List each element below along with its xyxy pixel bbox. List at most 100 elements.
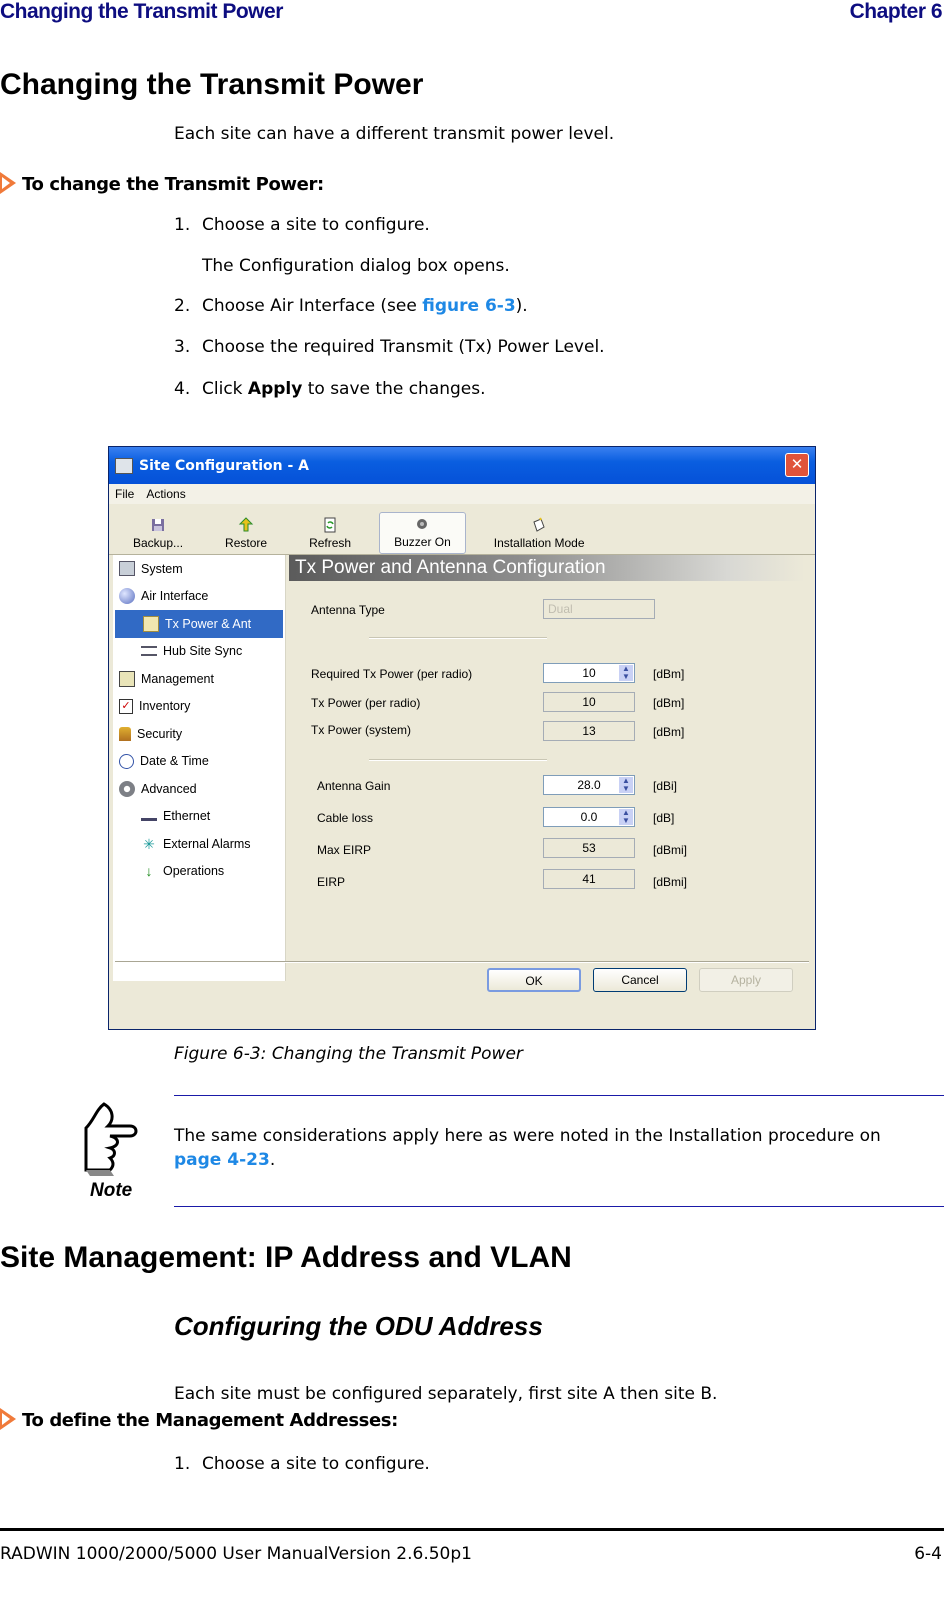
field-unit: [dB] [653, 811, 675, 825]
gear-icon [119, 780, 135, 797]
nav-item-hub-site-sync[interactable]: Hub Site Sync [113, 638, 285, 666]
tx-power-per-radio-value: 10 [543, 692, 635, 712]
spinner-arrows-icon[interactable]: ▲ ▼ [619, 665, 633, 681]
field-unit: [dBmi] [653, 843, 688, 857]
required-tx-power-input[interactable]: 10 ▲ ▼ [543, 663, 635, 683]
close-button[interactable]: ✕ [785, 453, 809, 477]
step-2: 2. Choose Air Interface (see figure 6-3). [174, 296, 528, 316]
section-heading: Changing the Transmit Power [0, 68, 424, 101]
procedure-heading: To define the Management Addresses: [0, 1408, 398, 1431]
field-label: Max EIRP [317, 843, 372, 857]
management-icon [119, 670, 135, 687]
operations-icon: ↓ [145, 863, 153, 880]
section-heading: Site Management: IP Address and VLAN [0, 1241, 572, 1274]
menu-actions[interactable]: Actions [146, 487, 185, 501]
navigation-tree: System Air Interface Tx Power & Ant Hub … [113, 555, 286, 981]
field-unit: [dBm] [653, 696, 685, 710]
running-header-chapter: Chapter 6 [849, 0, 943, 23]
buzzer-icon [417, 519, 428, 529]
separator [369, 759, 547, 761]
menu-bar: File Actions [109, 484, 815, 504]
footer-title: RADWIN 1000/2000/5000 User ManualVersion… [0, 1544, 472, 1564]
field-label: Tx Power (per radio) [311, 696, 421, 710]
backup-button[interactable]: Backup... [119, 512, 197, 554]
menu-file[interactable]: File [115, 487, 134, 501]
clock-icon [119, 753, 134, 769]
note-bottom-rule [174, 1206, 944, 1207]
field-unit: [dBm] [653, 725, 685, 739]
save-icon [152, 519, 165, 531]
field-label: EIRP [317, 875, 346, 889]
panel-title: Tx Power and Antenna Configuration [289, 555, 805, 581]
note-top-rule [174, 1095, 944, 1096]
field-label: Required Tx Power (per radio) [311, 667, 473, 681]
separator [115, 961, 809, 963]
ok-button[interactable]: OK [487, 968, 581, 992]
title-bar: Site Configuration - A [109, 447, 815, 484]
ethernet-icon [141, 812, 157, 821]
window-title: Site Configuration - A [139, 457, 309, 474]
field-unit: [dBmi] [653, 875, 688, 889]
field-label: Cable loss [317, 811, 374, 825]
site-configuration-window: Site Configuration - A ✕ File Actions Ba… [108, 446, 816, 1030]
subsection-heading: Configuring the ODU Address [174, 1311, 543, 1341]
nav-item-management[interactable]: Management [113, 665, 285, 693]
nav-item-date-time[interactable]: Date & Time [113, 748, 285, 776]
figure-caption: Figure 6-3: Changing the Transmit Power [174, 1044, 523, 1064]
tx-power-icon [143, 615, 159, 632]
spinner-arrows-icon[interactable]: ▲ ▼ [619, 809, 633, 825]
figure-link[interactable]: figure 6-3 [422, 296, 515, 316]
restore-button[interactable]: Restore [211, 512, 281, 554]
nav-item-operations[interactable]: ↓ Operations [113, 858, 285, 886]
installation-mode-button[interactable]: Installation Mode [480, 512, 599, 554]
tx-power-panel: Tx Power and Antenna Configuration Anten… [289, 555, 805, 889]
section2-intro: Each site must be configured separately,… [174, 1384, 718, 1404]
separator [369, 637, 547, 639]
nav-item-air-interface[interactable]: Air Interface [113, 583, 285, 611]
toolbar: Backup... Restore Refresh Buzzer On Inst… [109, 504, 815, 555]
antenna-type-select[interactable]: Dual [543, 599, 655, 619]
installation-icon [533, 517, 545, 532]
page-link[interactable]: page 4-23 [174, 1150, 270, 1170]
procedure-arrow-icon [0, 1408, 16, 1430]
cancel-button[interactable]: Cancel [593, 968, 687, 992]
page-number: 6-4 [914, 1544, 942, 1564]
step-1: 1. Choose a site to configure. [174, 1454, 430, 1474]
system-icon [119, 561, 135, 577]
nav-item-advanced[interactable]: Advanced [113, 775, 285, 803]
hub-sync-icon [141, 646, 157, 657]
field-label: Tx Power (system) [311, 723, 412, 737]
intro-text: Each site can have a different transmit … [174, 124, 615, 144]
apply-button[interactable]: Apply [699, 968, 793, 992]
pointing-hand-icon [84, 1102, 138, 1176]
step-1-result: The Configuration dialog box opens. [202, 256, 510, 276]
step-3: 3. Choose the required Transmit (Tx) Powe… [174, 337, 605, 357]
nav-item-inventory[interactable]: ✓ Inventory [113, 693, 285, 721]
nav-item-external-alarms[interactable]: ✳ External Alarms [113, 830, 285, 858]
spinner-arrows-icon[interactable]: ▲ ▼ [619, 777, 633, 793]
app-icon [115, 457, 133, 474]
field-unit: [dBi] [653, 779, 678, 793]
step-1: 1. Choose a site to configure. [174, 215, 430, 235]
security-icon [119, 726, 131, 741]
nav-item-system[interactable]: System [113, 555, 285, 583]
buzzer-on-button[interactable]: Buzzer On [379, 512, 466, 554]
antenna-gain-input[interactable]: 28.0 ▲ ▼ [543, 775, 635, 795]
cable-loss-input[interactable]: 0.0 ▲ ▼ [543, 807, 635, 827]
air-interface-icon [119, 588, 135, 605]
inventory-icon: ✓ [119, 698, 133, 714]
running-header-title: Changing the Transmit Power [0, 0, 283, 23]
refresh-button[interactable]: Refresh [295, 512, 365, 554]
field-label: Antenna Gain [317, 779, 391, 793]
nav-item-ethernet[interactable]: Ethernet [113, 803, 285, 831]
step-4: 4. Click Apply to save the changes. [174, 379, 486, 399]
note-text: The same considerations apply here as we… [174, 1126, 881, 1170]
procedure-arrow-icon [0, 172, 16, 194]
note-label: Note [90, 1180, 133, 1201]
refresh-icon [324, 517, 336, 533]
footer-rule [0, 1528, 944, 1531]
max-eirp-value: 53 [543, 838, 635, 858]
nav-item-security[interactable]: Security [113, 720, 285, 748]
nav-item-tx-power-ant[interactable]: Tx Power & Ant [115, 610, 283, 638]
alarm-icon: ✳ [143, 835, 155, 852]
